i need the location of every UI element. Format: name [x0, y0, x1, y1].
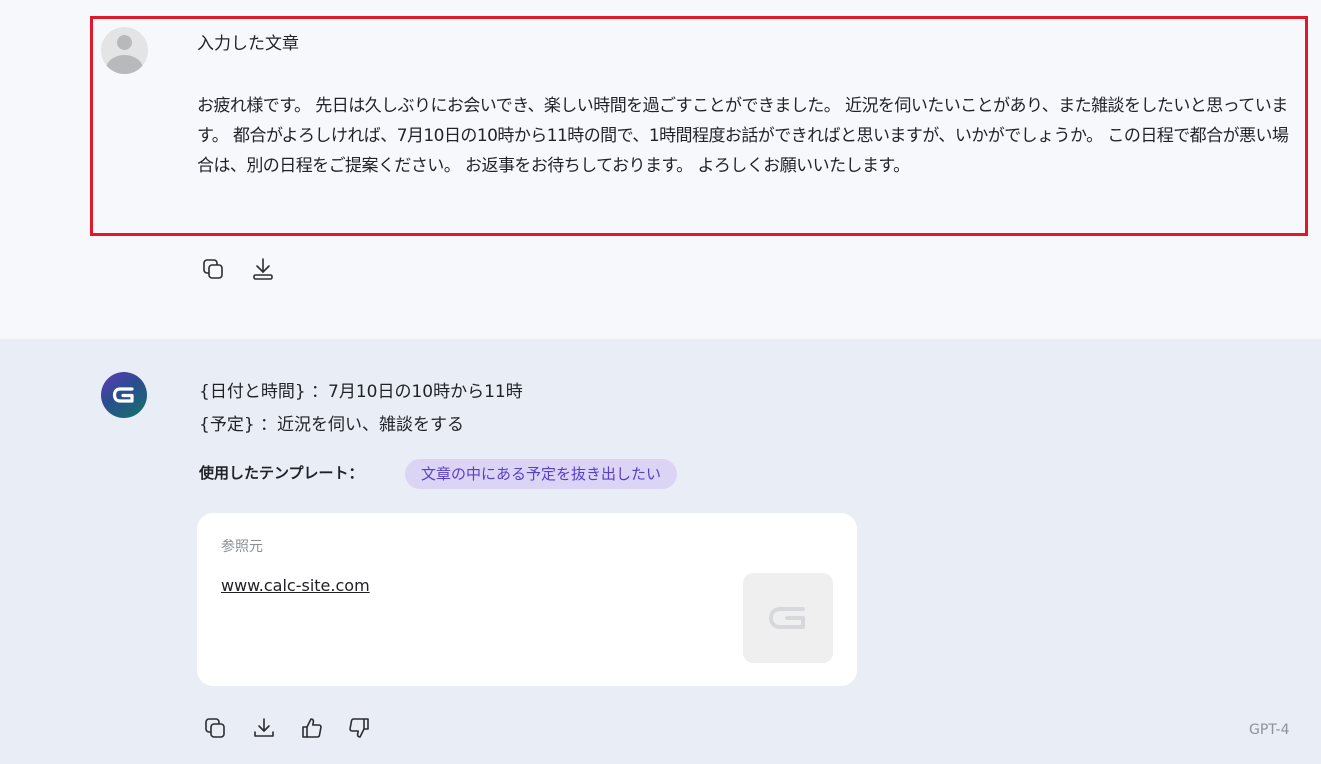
copy-icon[interactable]	[203, 716, 227, 740]
template-label: 使用したテンプレート：	[199, 464, 364, 482]
user-avatar-icon	[101, 27, 148, 74]
download-icon[interactable]	[252, 716, 276, 740]
reference-thumbnail	[743, 573, 833, 663]
thumbs-down-icon[interactable]	[347, 716, 371, 740]
template-chip[interactable]: 文章の中にある予定を抜き出したい	[405, 459, 678, 489]
model-label: GPT-4	[1249, 722, 1290, 738]
answer-line-plan: {予定} ：近況を伺い、雑談をする	[199, 415, 465, 435]
user-message-title: 入力した文章	[197, 34, 299, 54]
reference-card: 参照元 www.calc-site.com	[197, 513, 857, 686]
thumbs-up-icon[interactable]	[300, 716, 324, 740]
user-message-text: お疲れ様です。 先日は久しぶりにお会いでき、楽しい時間を過ごすことができました。…	[197, 96, 1289, 176]
reference-label: 参照元	[221, 539, 263, 555]
assistant-avatar-icon	[101, 372, 147, 418]
copy-icon[interactable]	[201, 257, 225, 281]
download-icon[interactable]	[251, 257, 275, 281]
reference-link[interactable]: www.calc-site.com	[221, 574, 370, 598]
answer-line-date: {日付と時間} ：7月10日の10時から11時	[199, 382, 523, 402]
